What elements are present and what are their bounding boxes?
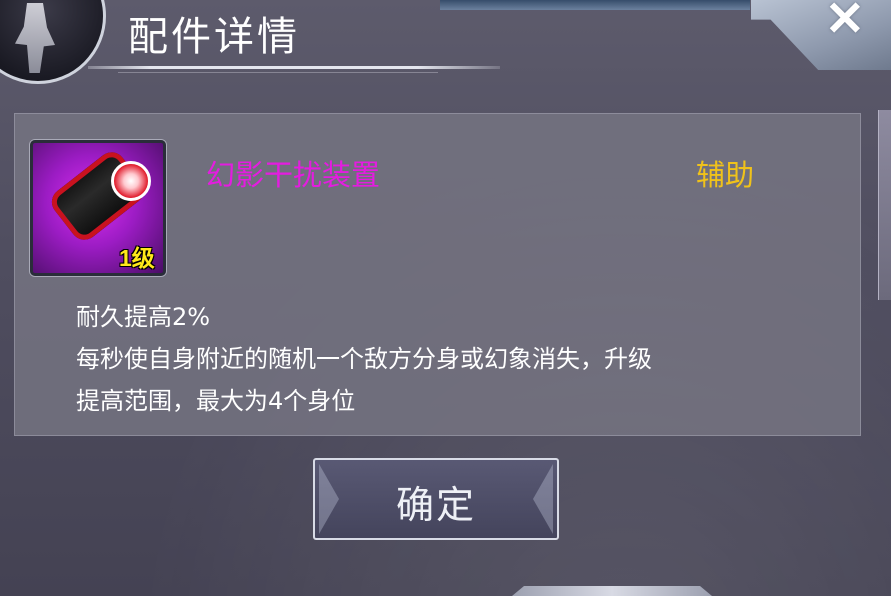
item-category: 辅助 bbox=[696, 158, 755, 192]
item-icon-frame: 1级 bbox=[30, 140, 166, 276]
close-icon: ✕ bbox=[824, 0, 865, 46]
top-decor-strip bbox=[440, 0, 750, 10]
mech-silhouette bbox=[15, 3, 55, 73]
title-underline bbox=[88, 66, 500, 69]
device-glow bbox=[111, 161, 151, 201]
close-button[interactable]: ✕ bbox=[751, 0, 891, 70]
description-line: 每秒使自身附近的随机一个敌方分身或幻象消失，升级 bbox=[76, 345, 652, 373]
confirm-button-label: 确定 bbox=[395, 483, 476, 527]
mech-emblem-icon bbox=[0, 0, 106, 84]
confirm-button[interactable]: 确定 bbox=[313, 458, 559, 540]
description-line: 提高范围，最大为4个身位 bbox=[76, 387, 356, 415]
item-description: 耐久提高2% 每秒使自身附近的随机一个敌方分身或幻象消失，升级 提高范围，最大为… bbox=[76, 296, 856, 422]
page-title: 配件详情 bbox=[128, 14, 300, 60]
side-tab-edge bbox=[878, 110, 891, 300]
bottom-decor bbox=[512, 586, 712, 596]
item-name: 幻影干扰装置 bbox=[206, 158, 381, 192]
description-line: 耐久提高2% bbox=[76, 303, 211, 331]
item-level-badge: 1级 bbox=[119, 245, 155, 271]
title-underline-thin bbox=[118, 72, 438, 73]
